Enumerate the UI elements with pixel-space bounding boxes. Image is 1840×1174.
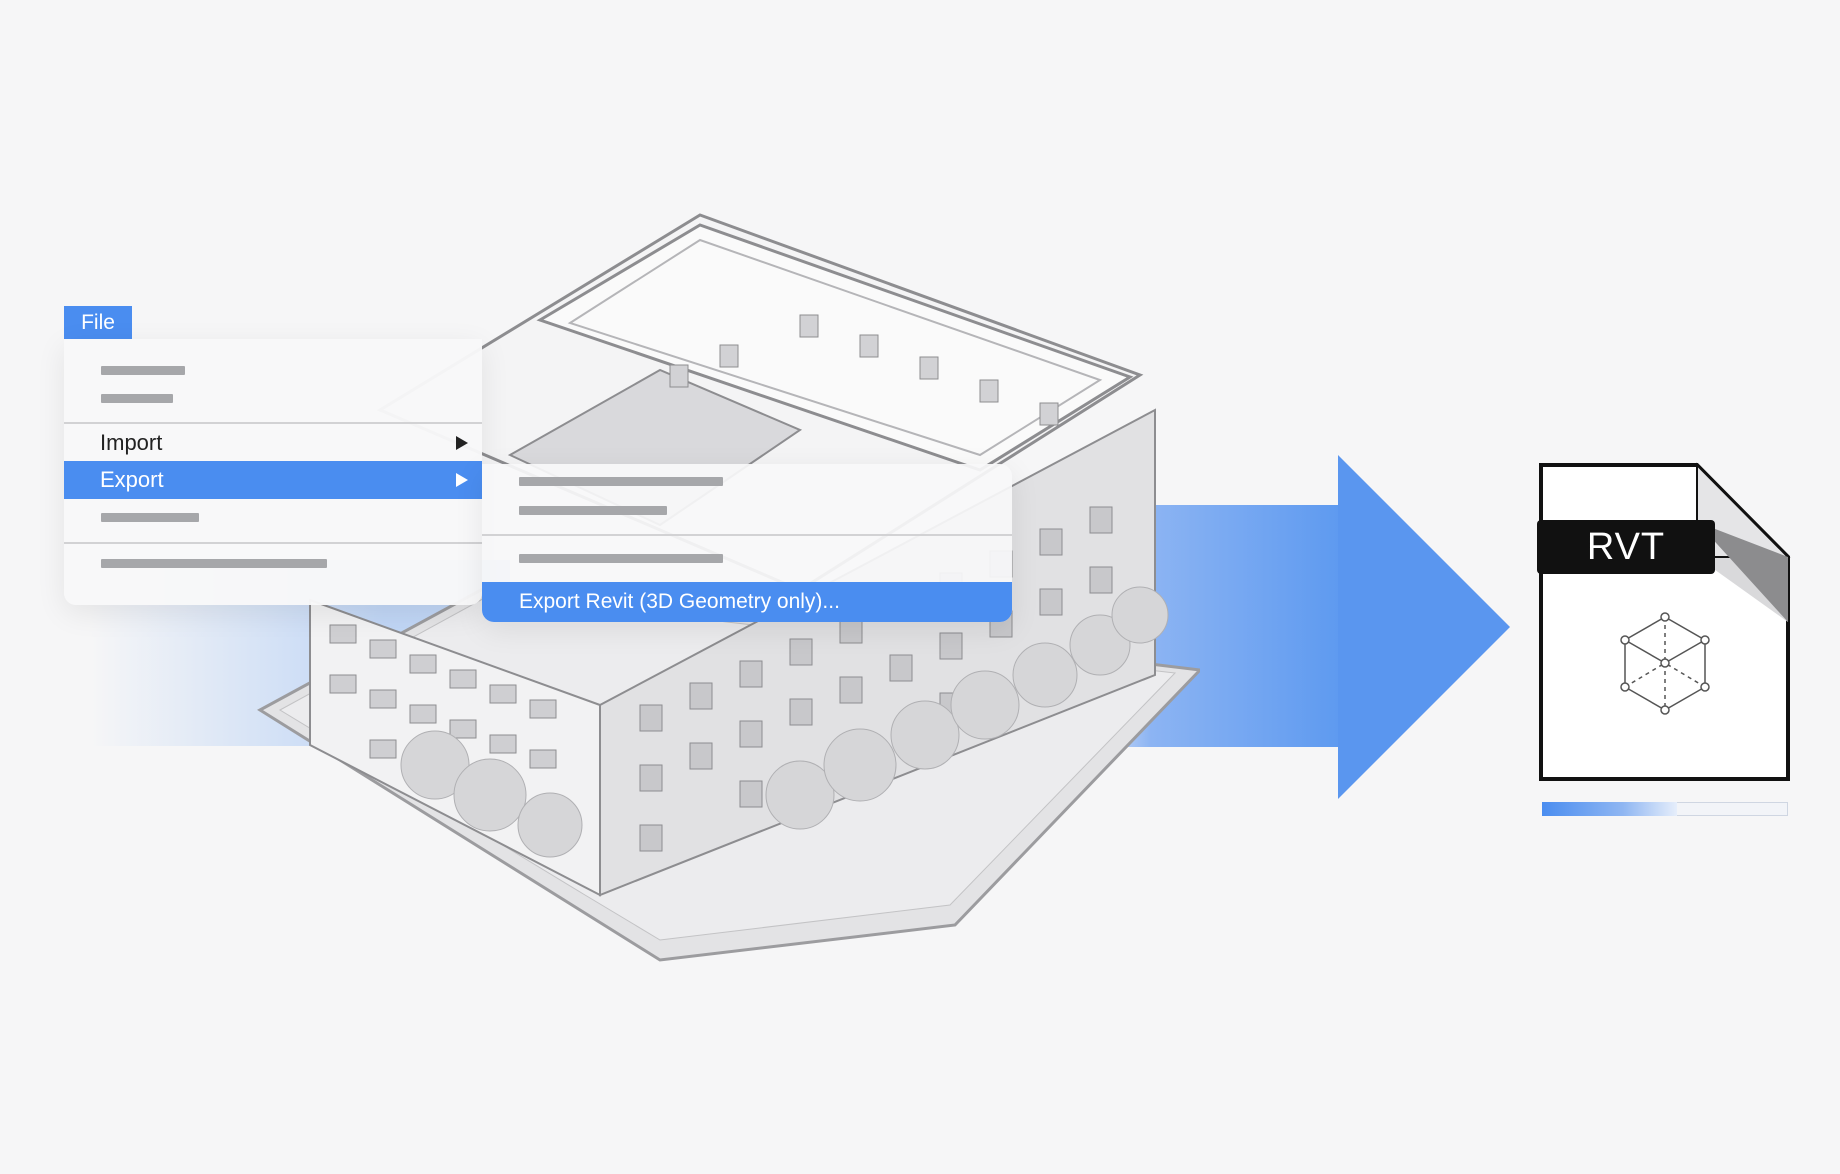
menu-item-placeholder[interactable] xyxy=(101,394,173,403)
submenu-arrow-icon xyxy=(456,473,468,487)
menu-item-import[interactable]: Import xyxy=(64,424,482,462)
file-dropdown-menu: Import Export xyxy=(64,339,482,605)
menu-item-placeholder[interactable] xyxy=(101,559,327,568)
submenu-item-label: Export Revit (3D Geometry only)... xyxy=(519,590,840,613)
menu-item-export[interactable]: Export xyxy=(64,461,482,499)
export-progress-fill xyxy=(1542,802,1677,816)
export-submenu: Export Revit (3D Geometry only)... xyxy=(482,464,1012,622)
submenu-item-export-revit[interactable]: Export Revit (3D Geometry only)... xyxy=(482,582,1012,622)
submenu-arrow-icon xyxy=(456,436,468,450)
rvt-file-icon xyxy=(1539,462,1791,781)
submenu-separator xyxy=(482,534,1012,536)
file-menu-tab[interactable]: File xyxy=(64,306,132,339)
export-arrow-head xyxy=(1338,455,1510,799)
submenu-item-placeholder[interactable] xyxy=(519,477,723,486)
menu-item-placeholder[interactable] xyxy=(101,366,185,375)
submenu-item-placeholder[interactable] xyxy=(519,506,667,515)
menu-item-placeholder[interactable] xyxy=(101,513,199,522)
menu-item-label: Import xyxy=(100,430,163,455)
menu-item-label: Export xyxy=(100,467,164,492)
rvt-format-label: RVT xyxy=(1537,520,1715,574)
menu-separator xyxy=(64,542,482,544)
submenu-item-placeholder[interactable] xyxy=(519,554,723,563)
